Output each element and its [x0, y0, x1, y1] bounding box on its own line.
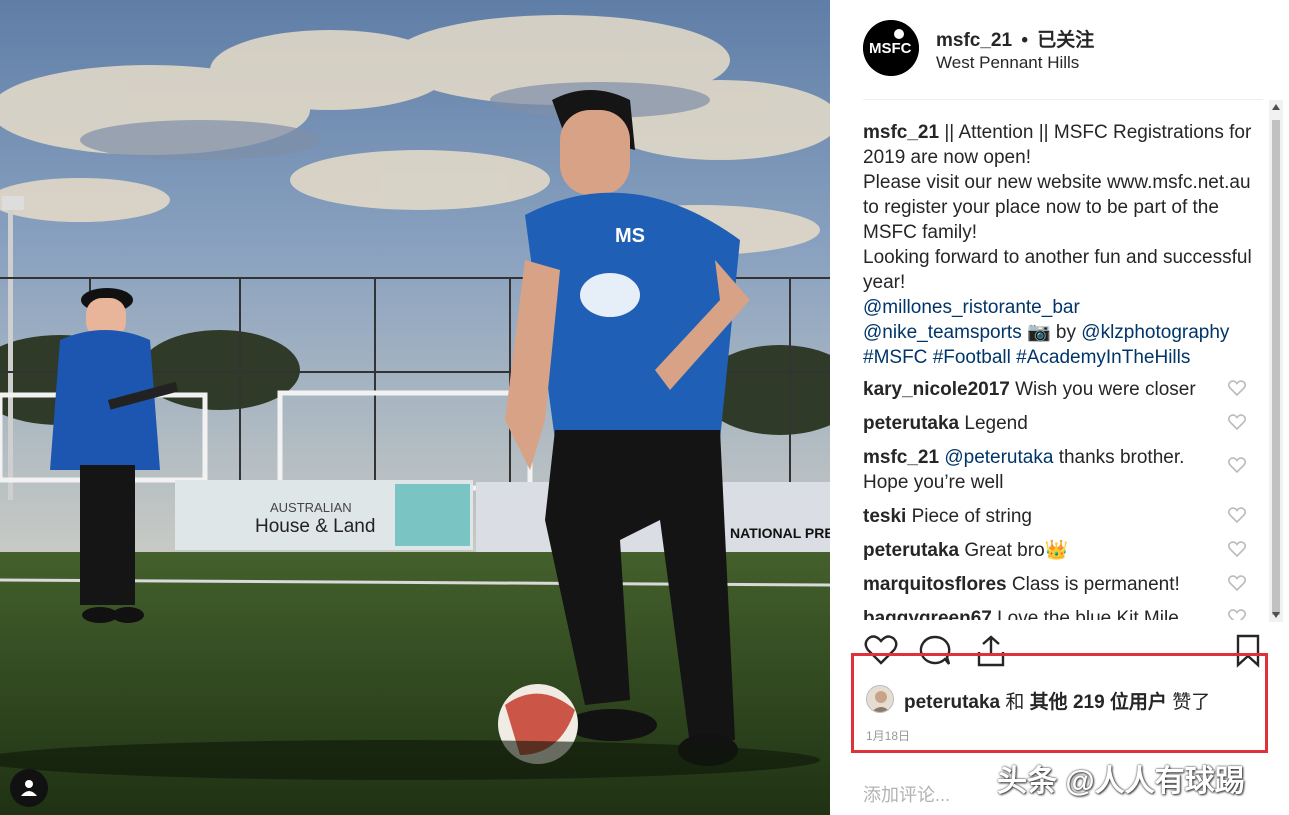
svg-text:MSFC: MSFC [869, 40, 912, 57]
scroll-thumb[interactable] [1272, 120, 1280, 615]
post-photo[interactable]: AUSTRALIAN House & Land NATIONAL PREMIER… [0, 0, 830, 815]
comment-username[interactable]: msfc_21 [863, 447, 939, 468]
comment-item: peterutaka Great bro👑 [863, 538, 1253, 563]
jersey-text: MS [615, 225, 645, 247]
like-comment-heart-icon[interactable] [1228, 507, 1246, 523]
liker-photo [867, 686, 893, 712]
comment-mention[interactable]: @peterutaka [939, 447, 1053, 468]
banner-1-main: House & Land [255, 516, 375, 537]
comment-username[interactable]: marquitosflores [863, 574, 1007, 595]
likes-others-count[interactable]: 其他 219 位用户 [1030, 692, 1167, 713]
comments-list[interactable]: msfc_21 || Attention || MSFC Registratio… [863, 120, 1253, 620]
like-comment-heart-icon[interactable] [1228, 575, 1246, 591]
caption-mention-1[interactable]: @millones_ristorante_bar [863, 297, 1080, 318]
caption-by: by [1050, 322, 1082, 343]
comment-item: peterutaka Legend [863, 411, 1253, 436]
caption-mention-2[interactable]: @nike_teamsports [863, 322, 1022, 343]
follow-status-button[interactable]: 已关注 [1037, 30, 1094, 51]
comment-username[interactable]: baggygreen67 [863, 608, 992, 620]
post-date[interactable]: 1月18日 [866, 727, 910, 744]
author-username[interactable]: msfc_21 [936, 30, 1012, 51]
comment-item: msfc_21 @peterutaka thanks brother. Hope… [863, 445, 1253, 495]
banner-2-text: NATIONAL PREMIER LEA [730, 525, 830, 541]
likes-and: 和 [1000, 692, 1030, 713]
comment-username[interactable]: teski [863, 506, 906, 527]
comment-text: Legend [959, 413, 1028, 434]
like-comment-heart-icon[interactable] [1228, 414, 1246, 430]
msfc-logo: MSFC [863, 20, 919, 76]
comments-scrollbar[interactable] [1269, 100, 1283, 622]
watermark: 头条 @人人有球踢 [997, 765, 1245, 798]
liker-username[interactable]: peterutaka [904, 692, 1000, 713]
comment-text: Great bro [959, 540, 1045, 561]
like-comment-heart-icon[interactable] [1228, 380, 1246, 396]
hashtag-football[interactable]: #Football [933, 347, 1011, 368]
post-location[interactable]: West Pennant Hills [936, 53, 1079, 73]
likes-summary: peterutaka 和 其他 219 位用户 赞了 [904, 687, 1210, 714]
likes-liked: 赞了 [1166, 692, 1211, 713]
post-details-panel: MSFC msfc_21 • 已关注 West Pennant Hills ms… [830, 0, 1289, 815]
caption-username[interactable]: msfc_21 [863, 122, 939, 143]
like-comment-heart-icon[interactable] [1228, 457, 1246, 473]
tagged-users-button[interactable] [10, 769, 48, 807]
comment-text: Love the blue Kit Mile [991, 608, 1179, 620]
post-header: MSFC msfc_21 • 已关注 West Pennant Hills [863, 18, 1263, 100]
comment-item: baggygreen67 Love the blue Kit Mile [863, 606, 1253, 620]
hashtag-msfc[interactable]: #MSFC [863, 347, 927, 368]
liker-avatar[interactable] [866, 685, 894, 713]
caption-mention-3[interactable]: @klzphotography [1081, 322, 1229, 343]
comment-username[interactable]: peterutaka [863, 540, 959, 561]
comment-text: Class is permanent! [1006, 574, 1180, 595]
add-comment-input[interactable]: 添加评论... [863, 781, 950, 807]
author-avatar[interactable]: MSFC [863, 20, 919, 76]
post-caption: msfc_21 || Attention || MSFC Registratio… [863, 120, 1253, 370]
hashtag-academy[interactable]: #AcademyInTheHills [1016, 347, 1190, 368]
likes-highlight-box: peterutaka 和 其他 219 位用户 赞了 1月18日 [851, 653, 1268, 753]
banner-1-top: AUSTRALIAN [270, 500, 352, 515]
camera-emoji: 📷 [1026, 322, 1051, 343]
comment-item: teski Piece of string [863, 504, 1253, 529]
scroll-down-arrow-icon[interactable] [1272, 612, 1280, 618]
header-separator: • [1021, 30, 1028, 51]
crown-emoji: 👑 [1044, 540, 1069, 561]
like-comment-heart-icon[interactable] [1228, 609, 1246, 620]
person-icon [21, 780, 37, 796]
soccer-photo: AUSTRALIAN House & Land NATIONAL PREMIER… [0, 0, 830, 815]
caption-line-2: Please visit our new website www.msfc.ne… [863, 172, 1251, 243]
like-comment-heart-icon[interactable] [1228, 541, 1246, 557]
comment-username[interactable]: kary_nicole2017 [863, 379, 1010, 400]
caption-line-3: Looking forward to another fun and succe… [863, 247, 1252, 293]
comment-username[interactable]: peterutaka [863, 413, 959, 434]
comment-text: Wish you were closer [1009, 379, 1196, 400]
comment-item: marquitosflores Class is permanent! [863, 572, 1253, 597]
scroll-up-arrow-icon[interactable] [1272, 104, 1280, 110]
comment-text: Piece of string [906, 506, 1032, 527]
comment-item: kary_nicole2017 Wish you were closer [863, 377, 1253, 402]
